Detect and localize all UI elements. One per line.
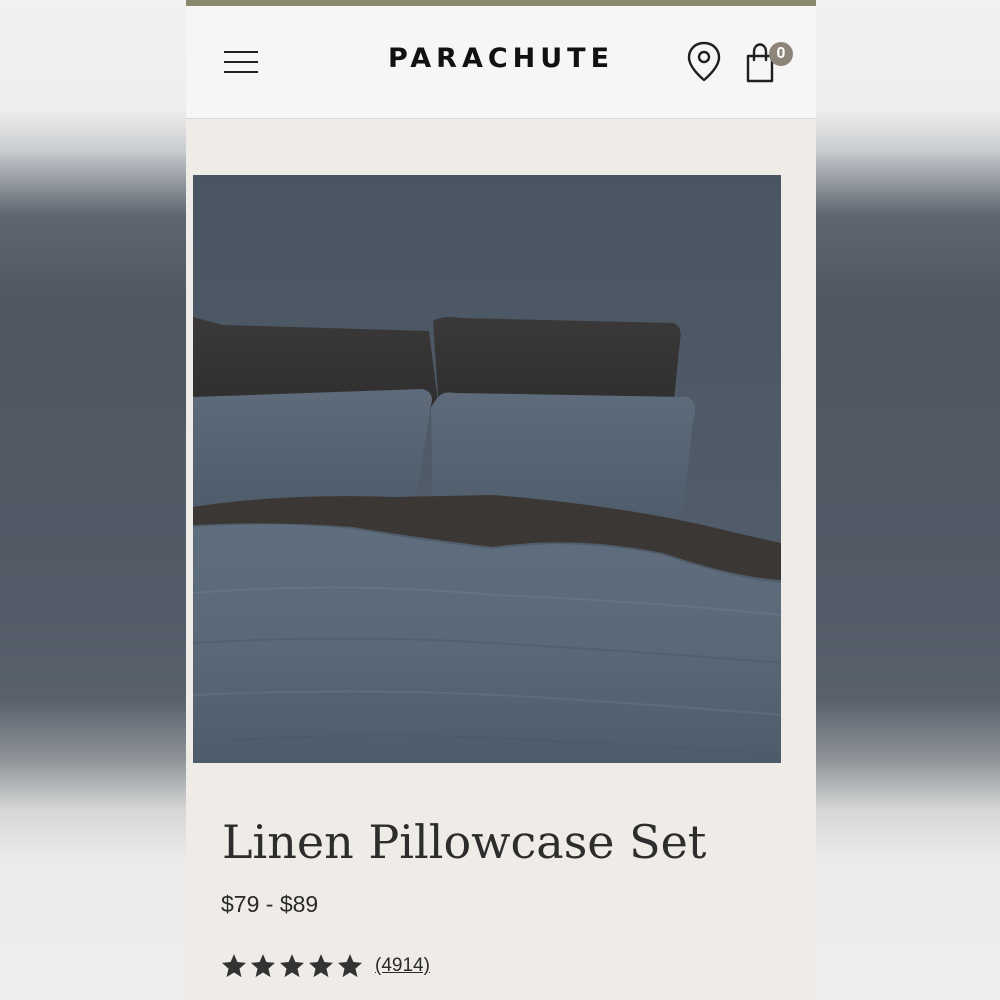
cart-count-badge: 0	[769, 42, 793, 66]
menu-line	[224, 51, 258, 53]
star-icon	[308, 954, 334, 978]
star-icon	[337, 954, 363, 978]
brand-logo[interactable]: PARACHUTE	[361, 43, 641, 74]
product-title: Linen Pillowcase Set	[222, 815, 707, 869]
reviews-link[interactable]: (4914)	[375, 955, 430, 977]
product-image[interactable]	[193, 175, 781, 763]
menu-button[interactable]	[224, 50, 260, 76]
menu-line	[224, 61, 258, 63]
product-price: $79 - $89	[221, 891, 319, 917]
product-rating: (4914)	[220, 950, 430, 982]
store-locator-button[interactable]	[686, 40, 722, 84]
site-header: PARACHUTE 0	[186, 6, 816, 119]
map-pin-icon	[687, 41, 721, 82]
mobile-page: PARACHUTE 0 Linen Pillowcase Set $79 - $…	[186, 0, 816, 1000]
star-icon	[250, 954, 276, 978]
background-blur-left	[0, 0, 186, 1000]
bedding-photo	[193, 175, 781, 763]
background-blur-right	[814, 0, 1000, 1000]
star-icon	[221, 954, 247, 978]
star-icon	[279, 954, 305, 978]
menu-line	[224, 71, 258, 73]
star-rating	[220, 952, 364, 980]
